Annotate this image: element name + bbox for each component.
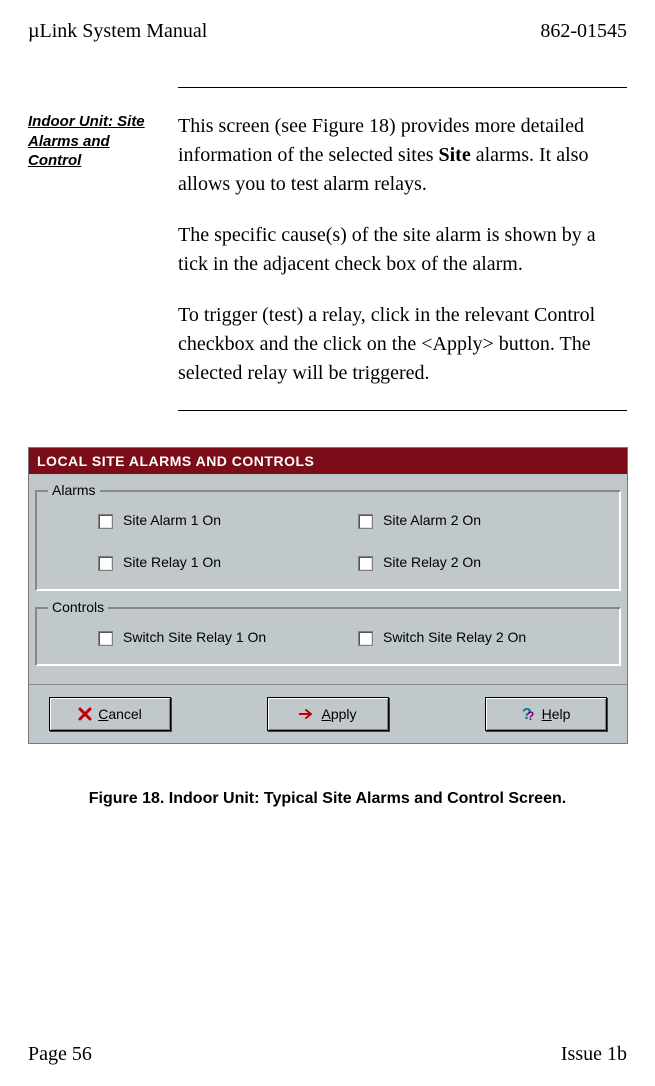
label-relay-1: Site Relay 1 On (123, 554, 221, 570)
para-1-bold: Site (438, 144, 470, 166)
cancel-rest: ancel (108, 706, 141, 722)
para-1: This screen (see Figure 18) provides mor… (178, 112, 627, 199)
rule-bottom (178, 410, 627, 411)
group-controls-legend: Controls (48, 599, 108, 615)
cancel-u: C (98, 706, 108, 722)
cancel-button[interactable]: Cancel (49, 697, 171, 731)
label-switch-2: Switch Site Relay 2 On (383, 629, 526, 645)
label-switch-1: Switch Site Relay 1 On (123, 629, 266, 645)
page: µLink System Manual 862-01545 Indoor Uni… (0, 0, 655, 1086)
panel-body: Alarms Site Alarm 1 On Site Alarm 2 On S… (29, 474, 627, 684)
body-row: Indoor Unit: Site Alarms and Control Thi… (28, 112, 627, 410)
help-rest: elp (552, 706, 571, 722)
apply-u: A (321, 706, 330, 722)
checkbox-relay-1[interactable] (98, 556, 113, 571)
group-alarms-legend: Alarms (48, 482, 100, 498)
help-icon: ? ? (522, 706, 536, 722)
arrow-right-icon (299, 709, 315, 719)
para-3: To trigger (test) a relay, click in the … (178, 301, 627, 388)
footer-right: Issue 1b (561, 1043, 627, 1066)
checkbox-relay-2[interactable] (358, 556, 373, 571)
page-header: µLink System Manual 862-01545 (28, 20, 627, 43)
checkbox-alarm-1[interactable] (98, 514, 113, 529)
checkbox-switch-2[interactable] (358, 631, 373, 646)
header-left: µLink System Manual (28, 20, 207, 43)
footer-left: Page 56 (28, 1043, 92, 1066)
label-alarm-1: Site Alarm 1 On (123, 512, 221, 528)
label-relay-2: Site Relay 2 On (383, 554, 481, 570)
body-text: This screen (see Figure 18) provides mor… (178, 112, 627, 410)
screenshot-panel: LOCAL SITE ALARMS AND CONTROLS Alarms Si… (28, 447, 628, 744)
help-u: H (542, 706, 552, 722)
cancel-icon (78, 707, 92, 721)
svg-text:?: ? (527, 709, 534, 722)
header-right: 862-01545 (540, 20, 627, 43)
group-alarms: Alarms Site Alarm 1 On Site Alarm 2 On S… (35, 482, 621, 591)
button-bar: Cancel Apply ? ? Help (29, 684, 627, 743)
checkbox-switch-1[interactable] (98, 631, 113, 646)
figure-caption: Figure 18. Indoor Unit: Typical Site Ala… (28, 790, 627, 808)
para-2: The specific cause(s) of the site alarm … (178, 221, 627, 279)
panel-title: LOCAL SITE ALARMS AND CONTROLS (29, 448, 627, 474)
label-alarm-2: Site Alarm 2 On (383, 512, 481, 528)
checkbox-alarm-2[interactable] (358, 514, 373, 529)
group-controls: Controls Switch Site Relay 1 On Switch S… (35, 599, 621, 666)
apply-button[interactable]: Apply (267, 697, 389, 731)
margin-note: Indoor Unit: Site Alarms and Control (28, 112, 178, 410)
page-footer: Page 56 Issue 1b (28, 1043, 627, 1066)
rule-top (178, 87, 627, 88)
help-button[interactable]: ? ? Help (485, 697, 607, 731)
apply-rest: pply (331, 706, 357, 722)
